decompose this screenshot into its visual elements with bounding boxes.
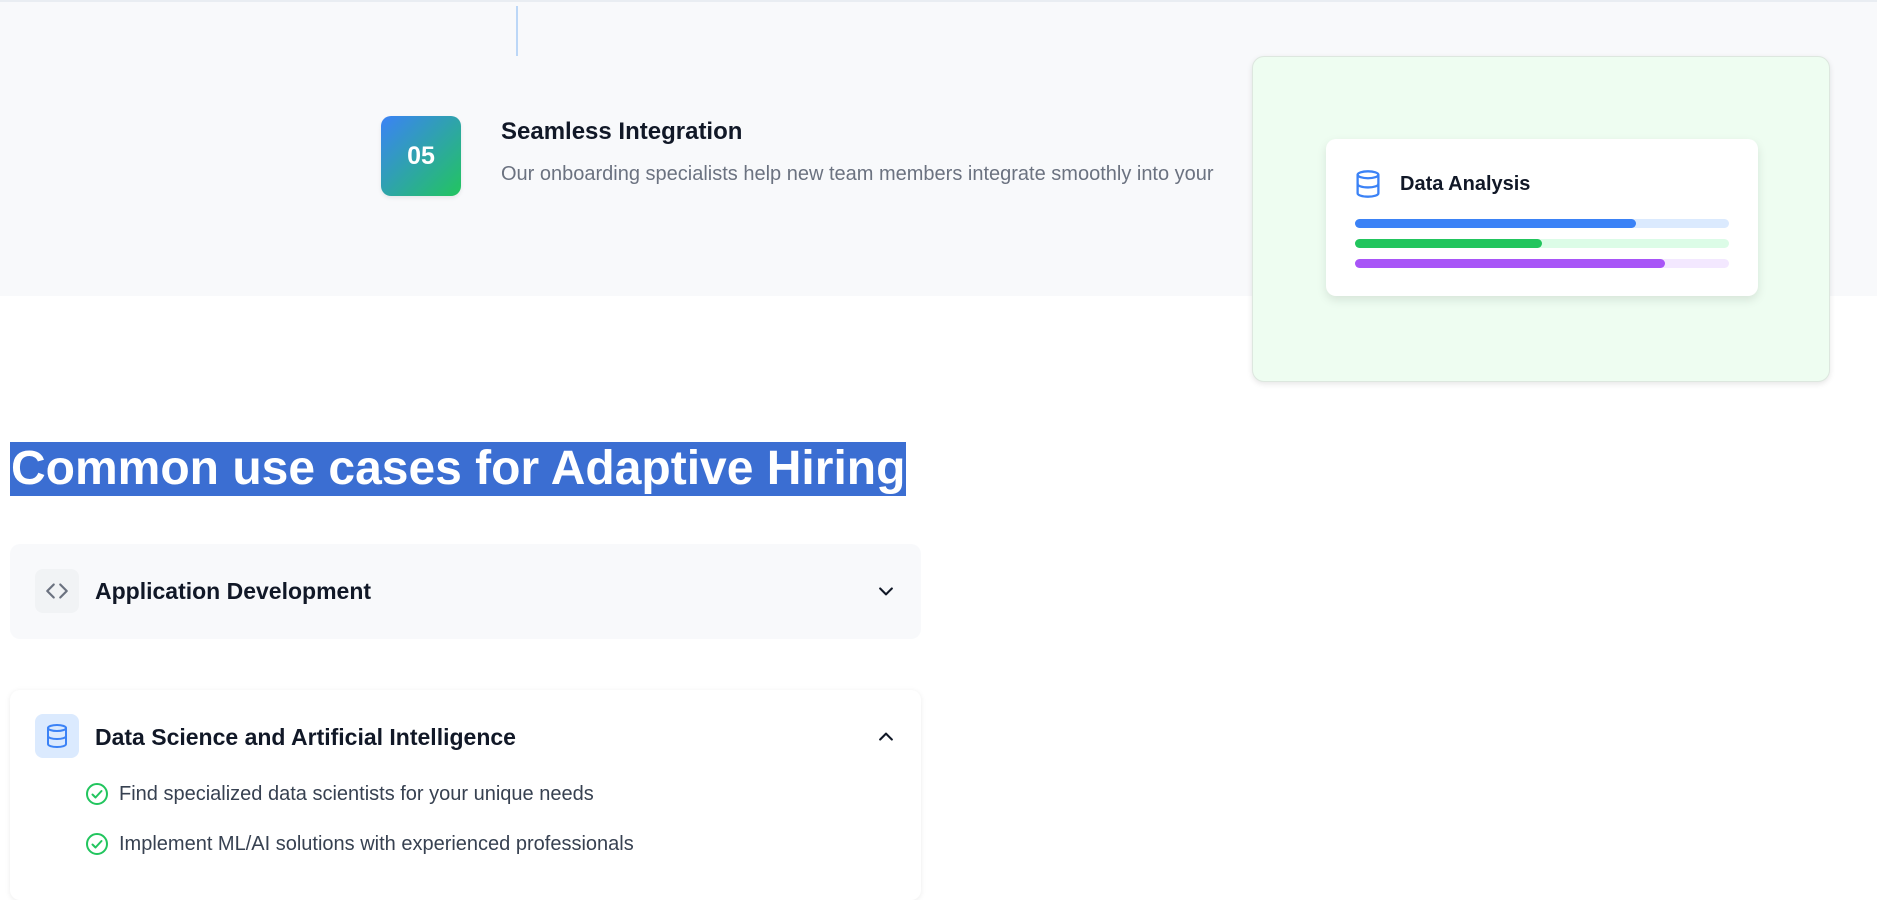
step-description: Our onboarding specialists help new team… [501, 163, 1214, 185]
use-cases-heading: Common use cases for Adaptive Hiring [10, 442, 907, 496]
progress-bar-fill [1355, 219, 1636, 228]
accordion-item-application-development[interactable]: Application Development [10, 544, 921, 639]
feature-list-item: Implement ML/AI solutions with experienc… [85, 832, 634, 856]
progress-bar-fill [1355, 239, 1542, 248]
data-analysis-title: Data Analysis [1400, 173, 1531, 195]
database-icon [1356, 170, 1380, 198]
progress-bar-fill [1355, 259, 1666, 268]
chevron-down-icon[interactable] [876, 581, 896, 601]
feature-list-item: Find specialized data scientists for you… [85, 782, 594, 806]
chevron-up-icon[interactable] [876, 727, 896, 747]
progress-bar [1355, 239, 1729, 248]
progress-bar [1355, 219, 1729, 228]
accordion-title: Data Science and Artificial Intelligence [95, 724, 516, 750]
accordion-title: Application Development [95, 578, 372, 604]
step-number-badge: 05 [381, 116, 461, 196]
accordion-item-data-science[interactable]: Data Science and Artificial Intelligence… [10, 690, 921, 900]
code-icon [35, 569, 79, 613]
check-circle-icon [86, 833, 108, 855]
step-title: Seamless Integration [501, 118, 743, 145]
progress-bar [1355, 259, 1729, 268]
database-icon [35, 714, 79, 758]
feature-text: Implement ML/AI solutions with experienc… [119, 832, 634, 855]
timeline-connector [516, 6, 518, 56]
check-circle-icon [86, 783, 108, 805]
data-analysis-card: Data Analysis [1326, 139, 1758, 296]
preview-card: Data Analysis [1252, 56, 1830, 382]
feature-text: Find specialized data scientists for you… [119, 782, 594, 805]
